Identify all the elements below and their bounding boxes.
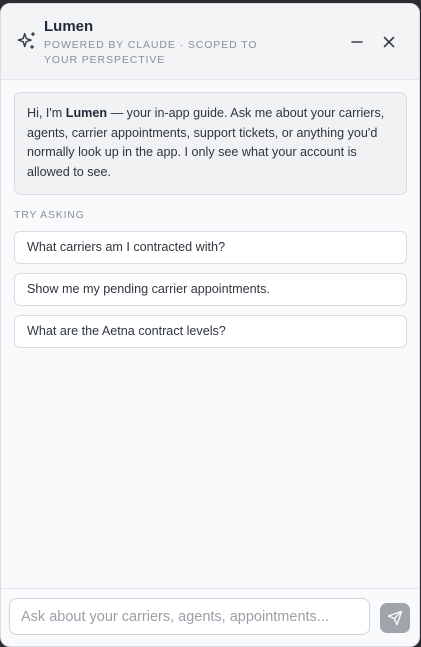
close-button[interactable] <box>378 31 400 53</box>
suggestions-label: TRY ASKING <box>14 209 85 221</box>
panel-title: Lumen <box>44 18 94 35</box>
close-icon <box>383 36 395 48</box>
send-button[interactable] <box>380 603 410 633</box>
suggestion-aetna-contract-levels[interactable]: What are the Aetna contract levels? <box>14 315 407 348</box>
intro-greeting: Hi, I'm <box>27 106 66 120</box>
panel-header: Lumen POWERED BY CLAUDE · SCOPED TO YOUR… <box>1 4 419 80</box>
assistant-panel: Lumen POWERED BY CLAUDE · SCOPED TO YOUR… <box>0 3 420 647</box>
suggestion-contracted-carriers[interactable]: What carriers am I contracted with? <box>14 231 407 264</box>
suggestion-pending-appointments[interactable]: Show me my pending carrier appointments. <box>14 273 407 306</box>
assistant-name: Lumen <box>65 106 108 120</box>
minimize-icon <box>351 41 363 43</box>
composer-bar <box>1 588 419 646</box>
panel-subtitle: POWERED BY CLAUDE · SCOPED TO YOUR PERSP… <box>44 39 258 66</box>
minimize-button[interactable] <box>346 31 368 53</box>
sparkle-icon <box>16 30 38 52</box>
send-icon <box>387 610 403 626</box>
message-input[interactable] <box>9 598 370 635</box>
intro-message: Hi, I'm Lumen — your in-app guide. Ask m… <box>14 92 407 195</box>
